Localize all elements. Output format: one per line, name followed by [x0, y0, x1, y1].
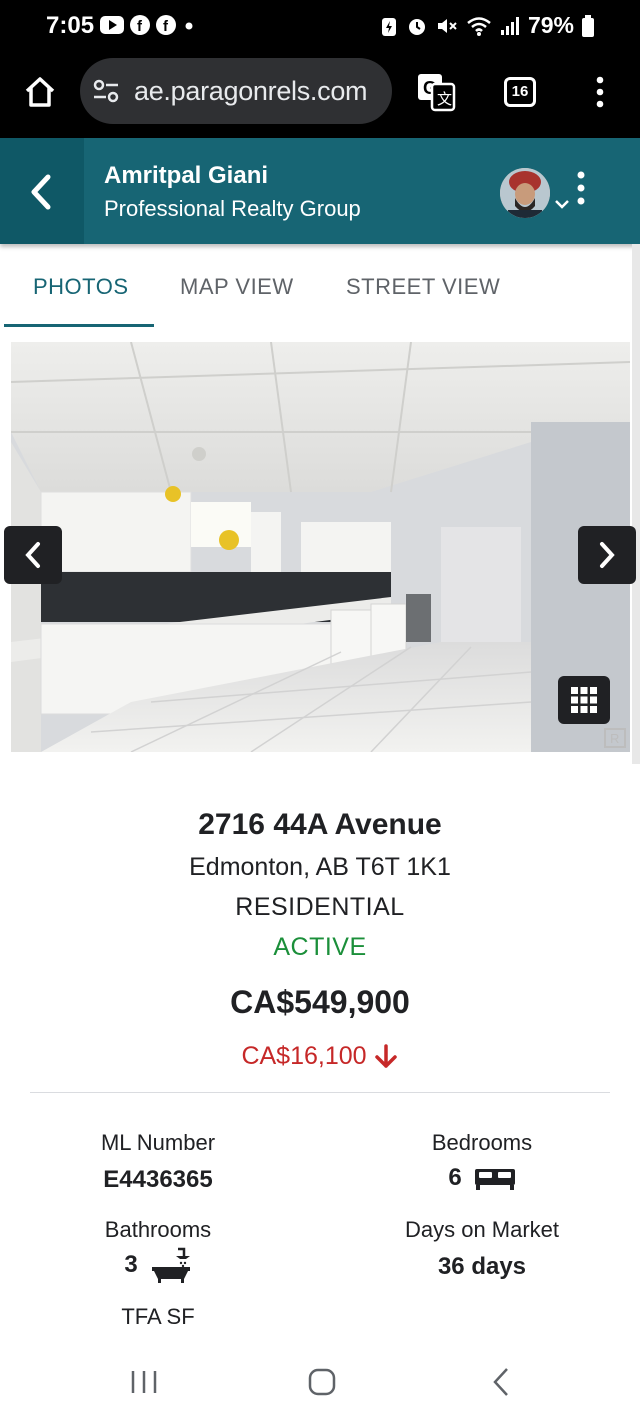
- tab-street-view[interactable]: STREET VIEW: [346, 274, 500, 300]
- site-settings-icon[interactable]: [92, 78, 120, 104]
- alarm-icon: [408, 18, 425, 35]
- tab-count: 16: [511, 83, 529, 100]
- previous-photo-button[interactable]: [4, 526, 62, 584]
- status-bar: 7:05 f f 79%: [0, 0, 640, 52]
- agent-name: Amritpal Giani: [104, 162, 269, 189]
- listing-price: CA$549,900: [230, 984, 410, 1020]
- address-line2: Edmonton, AB T6T 1K1: [189, 853, 451, 881]
- battery-percent: 79%: [527, 12, 574, 38]
- address-bar[interactable]: ae.paragonrels.com: [80, 58, 392, 124]
- svg-text:文: 文: [437, 90, 452, 108]
- url-text: ae.paragonrels.com: [134, 76, 368, 106]
- browser-toolbar: ae.paragonrels.com G文 16: [0, 52, 640, 138]
- facebook-icon: f: [156, 15, 176, 35]
- price-change-amount: CA$16,100: [241, 1042, 367, 1070]
- system-status: 79%: [380, 12, 594, 39]
- property-type: RESIDENTIAL: [235, 893, 405, 921]
- agent-avatar[interactable]: [500, 168, 550, 218]
- tfa-sf-label: TFA SF: [121, 1304, 195, 1329]
- listing-status: ACTIVE: [273, 933, 367, 961]
- realtor-logo-icon: R: [604, 728, 626, 748]
- svg-text:R: R: [610, 731, 619, 746]
- android-navigation-bar: [0, 1340, 640, 1422]
- bedrooms-value: 6: [448, 1164, 462, 1191]
- status-time: 7:05: [46, 12, 95, 39]
- agent-photo-icon: [500, 168, 550, 218]
- chevron-left-icon: [31, 174, 51, 210]
- bathtub-icon: [151, 1247, 190, 1283]
- active-tab-indicator: [4, 324, 154, 327]
- signal-icon: [500, 16, 519, 35]
- notification-icons: f f: [100, 15, 196, 35]
- bathrooms-label: Bathrooms: [104, 1217, 212, 1242]
- listing-photo[interactable]: [11, 342, 630, 752]
- arrow-down-icon: [374, 1043, 397, 1068]
- battery-saver-icon: [381, 17, 396, 36]
- chevron-left-icon: [25, 542, 40, 568]
- home-icon[interactable]: [22, 74, 58, 110]
- mute-icon: [437, 18, 457, 33]
- agent-company: Professional Realty Group: [104, 196, 361, 221]
- grid-icon: [571, 687, 597, 713]
- chevron-right-icon: [600, 542, 615, 568]
- days-on-market-label: Days on Market: [404, 1217, 560, 1242]
- tab-photos[interactable]: PHOTOS: [33, 274, 129, 300]
- view-tabs: PHOTOS MAP VIEW STREET VIEW: [0, 244, 640, 330]
- bathrooms-value: 3: [124, 1251, 138, 1278]
- chevron-down-icon[interactable]: [554, 198, 570, 210]
- next-photo-button[interactable]: [578, 526, 636, 584]
- bedrooms-stat: 6: [382, 1164, 582, 1192]
- back-nav-icon[interactable]: [490, 1366, 514, 1398]
- page-scrollbar[interactable]: [632, 244, 640, 764]
- address-line1: 2716 44A Avenue: [198, 808, 442, 841]
- recent-apps-icon[interactable]: [128, 1368, 160, 1396]
- wifi-icon: [467, 16, 491, 36]
- dot-icon: [185, 22, 193, 30]
- kitchen-photo-image: [11, 342, 630, 752]
- browser-menu-icon[interactable]: [588, 74, 612, 110]
- battery-icon: [582, 14, 594, 37]
- bed-icon: [474, 1169, 515, 1190]
- translate-icon[interactable]: G文: [416, 72, 456, 112]
- header-menu-icon[interactable]: [572, 170, 590, 206]
- facebook-icon: f: [130, 15, 150, 35]
- photo-gallery-button[interactable]: [558, 676, 610, 724]
- youtube-icon: [100, 16, 124, 34]
- tab-map-view[interactable]: MAP VIEW: [180, 274, 294, 300]
- bedrooms-label: Bedrooms: [431, 1130, 533, 1155]
- days-on-market-value: 36 days: [437, 1253, 527, 1280]
- price-change: CA$16,100: [0, 1042, 640, 1071]
- ml-number-value: E4436365: [103, 1166, 213, 1193]
- details-divider: [30, 1092, 610, 1093]
- back-button[interactable]: [0, 138, 84, 244]
- ml-number-label: ML Number: [100, 1130, 216, 1155]
- tab-switcher-button[interactable]: 16: [504, 77, 536, 107]
- home-nav-icon[interactable]: [306, 1366, 338, 1398]
- bathrooms-stat: 3: [58, 1246, 258, 1284]
